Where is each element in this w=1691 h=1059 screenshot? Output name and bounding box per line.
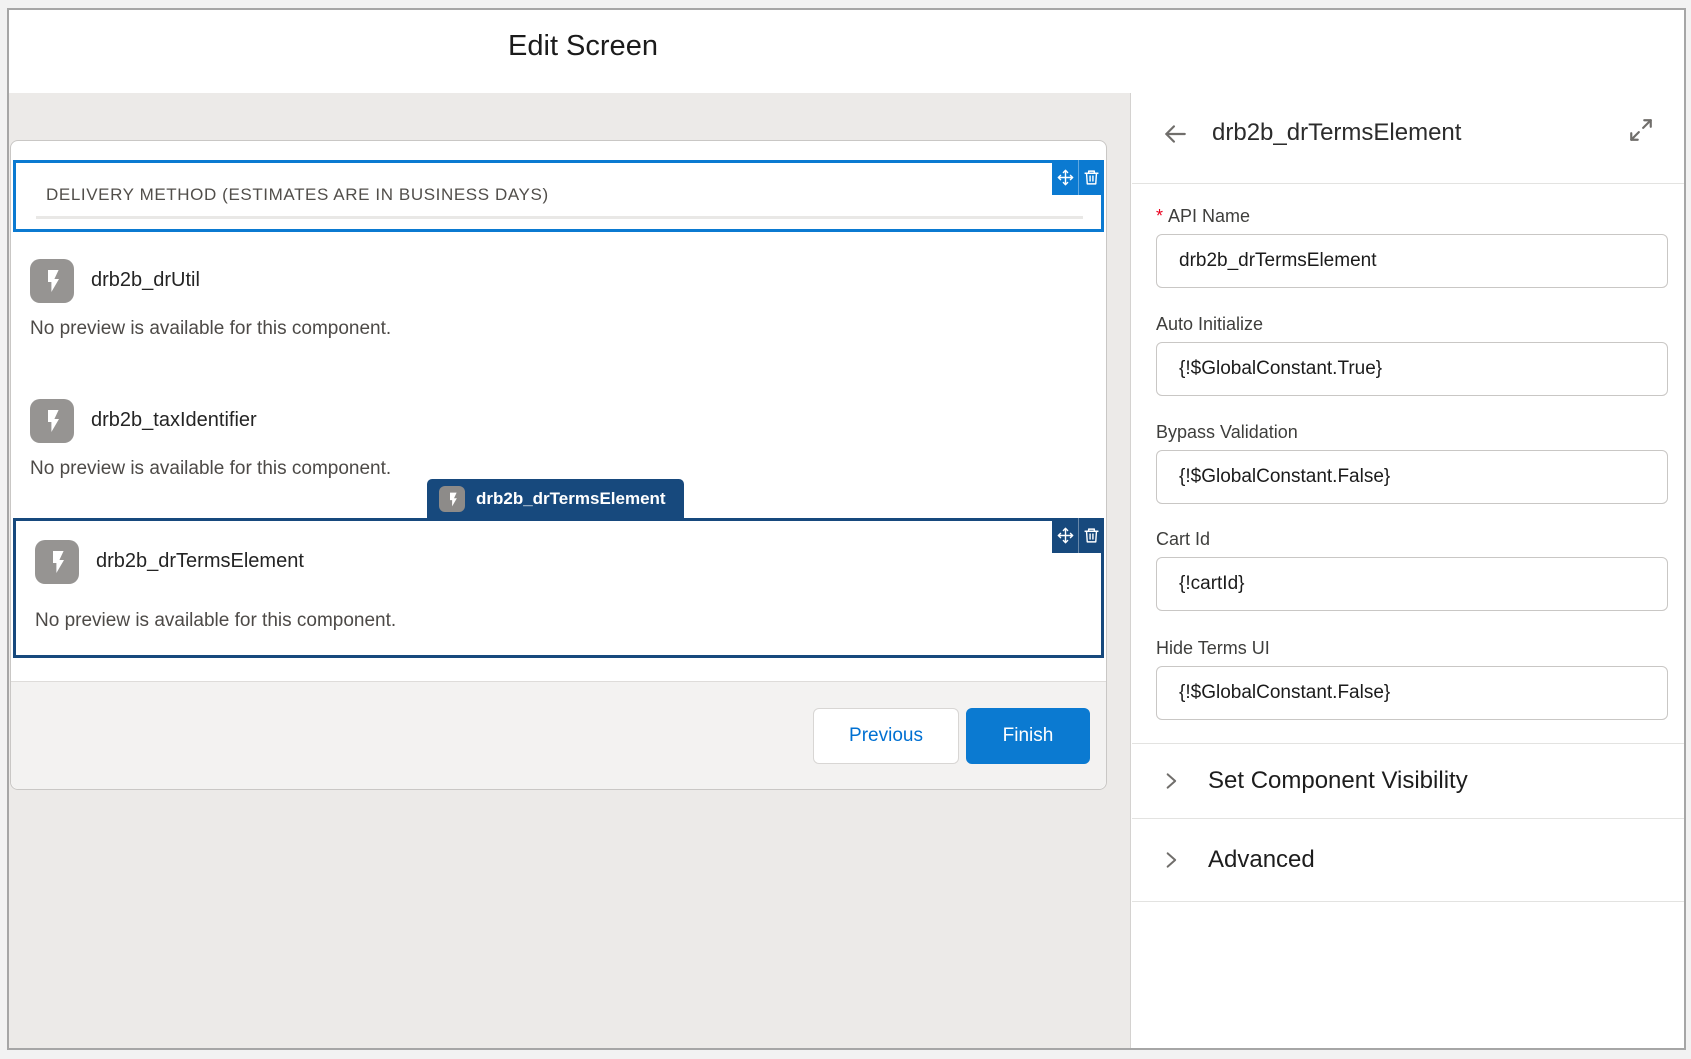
cart-id-input[interactable] <box>1156 557 1668 611</box>
hide-terms-ui-input[interactable] <box>1156 666 1668 720</box>
section-label: Advanced <box>1208 846 1315 874</box>
trash-icon[interactable] <box>1078 160 1104 195</box>
component-action-badge <box>1052 160 1104 195</box>
bypass-validation-label: Bypass Validation <box>1156 422 1668 443</box>
lightning-component-icon <box>35 540 79 584</box>
no-preview-text: No preview is available for this compone… <box>30 318 391 340</box>
modal-header: Edit Screen <box>9 10 1684 93</box>
api-name-field: *API Name <box>1156 206 1668 288</box>
cart-id-field: Cart Id <box>1156 529 1668 611</box>
chevron-right-icon <box>1161 771 1181 791</box>
hide-terms-ui-field: Hide Terms UI <box>1156 638 1668 720</box>
back-arrow-icon[interactable] <box>1160 119 1194 149</box>
panel-title: drb2b_drTermsElement <box>1212 119 1461 147</box>
section-set-component-visibility[interactable]: Set Component Visibility <box>1132 743 1684 818</box>
component-delivery-method-header[interactable]: DELIVERY METHOD (ESTIMATES ARE IN BUSINE… <box>13 160 1104 232</box>
lightning-component-icon <box>30 399 74 443</box>
api-name-label: *API Name <box>1156 206 1668 227</box>
no-preview-text: No preview is available for this compone… <box>35 610 396 632</box>
cart-id-label: Cart Id <box>1156 529 1668 550</box>
screen-canvas: DELIVERY METHOD (ESTIMATES ARE IN BUSINE… <box>9 93 1131 1048</box>
bypass-validation-field: Bypass Validation <box>1156 422 1668 504</box>
modal-title: Edit Screen <box>9 30 1157 63</box>
chevron-right-icon <box>1161 850 1181 870</box>
divider <box>1132 183 1684 184</box>
required-asterisk: * <box>1156 206 1163 226</box>
expand-icon[interactable] <box>1628 117 1658 147</box>
component-name-drtermselement: drb2b_drTermsElement <box>96 550 304 573</box>
delivery-method-label: DELIVERY METHOD (ESTIMATES ARE IN BUSINE… <box>46 185 549 205</box>
section-underline <box>36 216 1083 219</box>
component-action-badge <box>1052 518 1104 553</box>
edit-screen-modal-page: Edit Screen DELIVERY METHOD (ESTIMATES A… <box>0 0 1691 1059</box>
section-advanced[interactable]: Advanced <box>1132 818 1684 901</box>
api-name-input[interactable] <box>1156 234 1668 288</box>
finish-button[interactable]: Finish <box>966 708 1090 764</box>
screen-footer: Previous Finish <box>11 681 1106 789</box>
previous-button[interactable]: Previous <box>813 708 959 764</box>
auto-initialize-input[interactable] <box>1156 342 1668 396</box>
screen-preview-card: DELIVERY METHOD (ESTIMATES ARE IN BUSINE… <box>10 140 1107 790</box>
component-name-drutil[interactable]: drb2b_drUtil <box>91 269 200 292</box>
auto-initialize-label: Auto Initialize <box>1156 314 1668 335</box>
lightning-component-icon <box>30 259 74 303</box>
hide-terms-ui-label: Hide Terms UI <box>1156 638 1668 659</box>
section-label: Set Component Visibility <box>1208 767 1468 795</box>
no-preview-text: No preview is available for this compone… <box>30 458 391 480</box>
auto-initialize-field: Auto Initialize <box>1156 314 1668 396</box>
bypass-validation-input[interactable] <box>1156 450 1668 504</box>
drag-ghost-tooltip: drb2b_drTermsElement <box>427 479 684 519</box>
lightning-component-icon <box>439 486 465 512</box>
component-name-taxidentifier[interactable]: drb2b_taxIdentifier <box>91 409 257 432</box>
move-icon[interactable] <box>1052 160 1078 195</box>
trash-icon[interactable] <box>1078 518 1104 553</box>
component-drtermselement-selected[interactable]: drb2b_drTermsElement No preview is avail… <box>13 518 1104 658</box>
properties-panel: drb2b_drTermsElement *API Name Auto Init… <box>1132 93 1684 1048</box>
drag-tooltip-label: drb2b_drTermsElement <box>476 489 666 509</box>
move-icon[interactable] <box>1052 518 1078 553</box>
edit-screen-modal: Edit Screen DELIVERY METHOD (ESTIMATES A… <box>7 8 1686 1050</box>
divider <box>1132 901 1684 902</box>
